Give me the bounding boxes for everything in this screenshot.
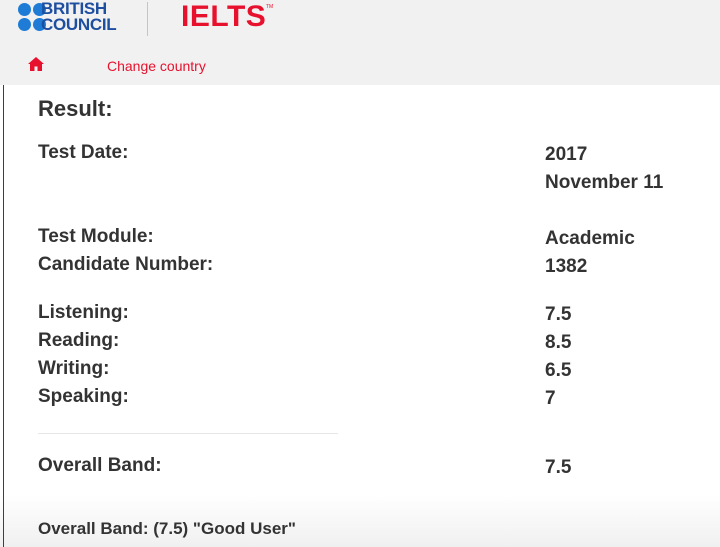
overall-band-description: Overall Band: (7.5) "Good User" bbox=[38, 519, 296, 538]
overall-band-score: 7.5 bbox=[545, 457, 572, 478]
writing-score: 6.5 bbox=[545, 360, 572, 381]
test-date-value: 2017 November 11 bbox=[545, 144, 664, 193]
test-module-value: Academic bbox=[545, 228, 635, 249]
test-module-label: Test Module: bbox=[38, 226, 154, 247]
result-title: Result: bbox=[38, 96, 113, 121]
change-country-link[interactable]: Change country bbox=[107, 58, 206, 74]
speaking-label: Speaking: bbox=[38, 386, 129, 407]
ielts-logo[interactable]: IELTS bbox=[181, 0, 266, 34]
brand-line-2: COUNCIL bbox=[41, 15, 117, 34]
trademark-mark: TM bbox=[266, 4, 274, 10]
reading-score: 8.5 bbox=[545, 332, 572, 353]
listening-score: 7.5 bbox=[545, 304, 572, 325]
site-header: BRITISH COUNCIL IELTS TM Change country bbox=[0, 0, 720, 85]
speaking-score: 7 bbox=[545, 388, 556, 409]
test-date-label: Test Date: bbox=[38, 142, 129, 163]
result-panel: Result: Test Date: 2017 November 11 Test… bbox=[0, 85, 720, 547]
writing-label: Writing: bbox=[38, 358, 110, 379]
score-divider bbox=[38, 433, 338, 434]
home-icon[interactable] bbox=[27, 56, 45, 72]
logo-divider bbox=[147, 2, 148, 36]
british-council-wordmark: BRITISH COUNCIL bbox=[41, 0, 151, 34]
left-accent-line bbox=[3, 85, 4, 547]
reading-label: Reading: bbox=[38, 330, 120, 351]
candidate-number-label: Candidate Number: bbox=[38, 254, 214, 275]
candidate-number-value: 1382 bbox=[545, 256, 588, 277]
listening-label: Listening: bbox=[38, 302, 129, 323]
british-council-logo[interactable]: BRITISH COUNCIL bbox=[18, 0, 128, 35]
overall-band-label: Overall Band: bbox=[38, 455, 162, 476]
